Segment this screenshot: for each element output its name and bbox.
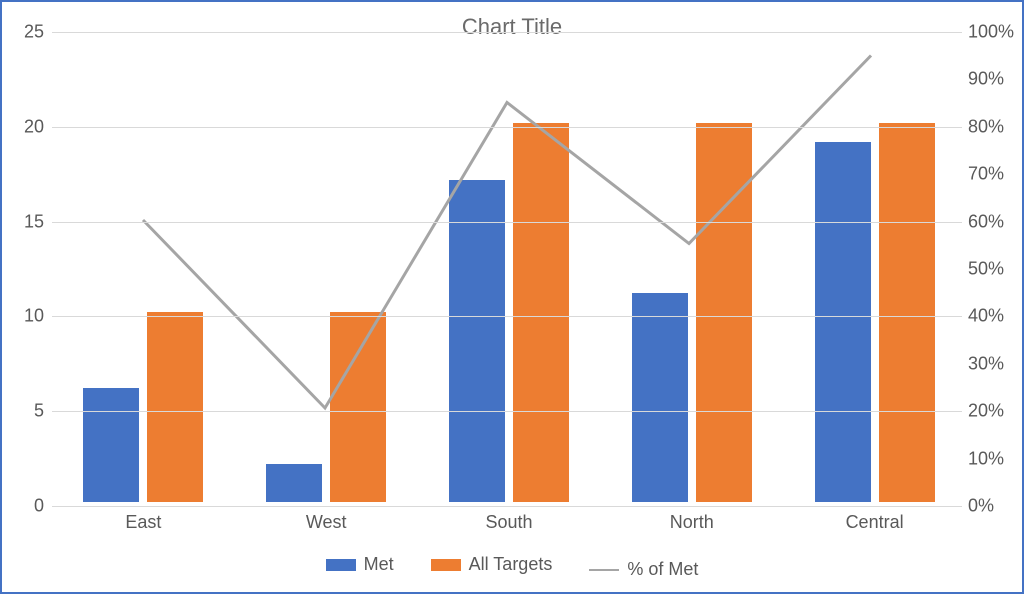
gridline xyxy=(52,316,962,317)
y-left-tick-label: 15 xyxy=(24,211,52,232)
line-series xyxy=(52,32,962,502)
y-left-tick-label: 20 xyxy=(24,116,52,137)
gridline xyxy=(52,506,962,507)
swatch-all-targets-icon xyxy=(431,559,461,571)
y-right-tick-label: 30% xyxy=(962,353,1004,374)
y-right-tick-label: 90% xyxy=(962,69,1004,90)
legend: Met All Targets % of Met xyxy=(2,554,1022,580)
gridline xyxy=(52,411,962,412)
y-right-tick-label: 20% xyxy=(962,401,1004,422)
legend-item-percent-of-met: % of Met xyxy=(589,559,698,580)
y-right-tick-label: 80% xyxy=(962,116,1004,137)
y-left-tick-label: 0 xyxy=(34,496,52,517)
swatch-percent-line-icon xyxy=(589,569,619,571)
y-right-tick-label: 40% xyxy=(962,306,1004,327)
y-right-tick-label: 60% xyxy=(962,211,1004,232)
y-left-tick-label: 5 xyxy=(34,401,52,422)
y-right-tick-label: 50% xyxy=(962,259,1004,280)
gridline xyxy=(52,32,962,33)
y-left-tick-label: 10 xyxy=(24,306,52,327)
y-left-tick-label: 25 xyxy=(24,22,52,43)
y-right-tick-label: 70% xyxy=(962,164,1004,185)
gridline xyxy=(52,127,962,128)
legend-label-percent-of-met: % of Met xyxy=(627,559,698,580)
gridline xyxy=(52,222,962,223)
legend-label-met: Met xyxy=(364,554,394,575)
plot-area: EastWestSouthNorthCentral 05101520250%10… xyxy=(52,32,962,502)
y-right-tick-label: 100% xyxy=(962,22,1014,43)
legend-label-all-targets: All Targets xyxy=(469,554,553,575)
legend-item-all-targets: All Targets xyxy=(431,554,553,575)
y-right-tick-label: 10% xyxy=(962,448,1004,469)
percent-of-met-line xyxy=(143,56,871,409)
swatch-met-icon xyxy=(326,559,356,571)
y-right-tick-label: 0% xyxy=(962,496,994,517)
legend-item-met: Met xyxy=(326,554,394,575)
chart-frame: Chart Title EastWestSouthNorthCentral 05… xyxy=(0,0,1024,594)
